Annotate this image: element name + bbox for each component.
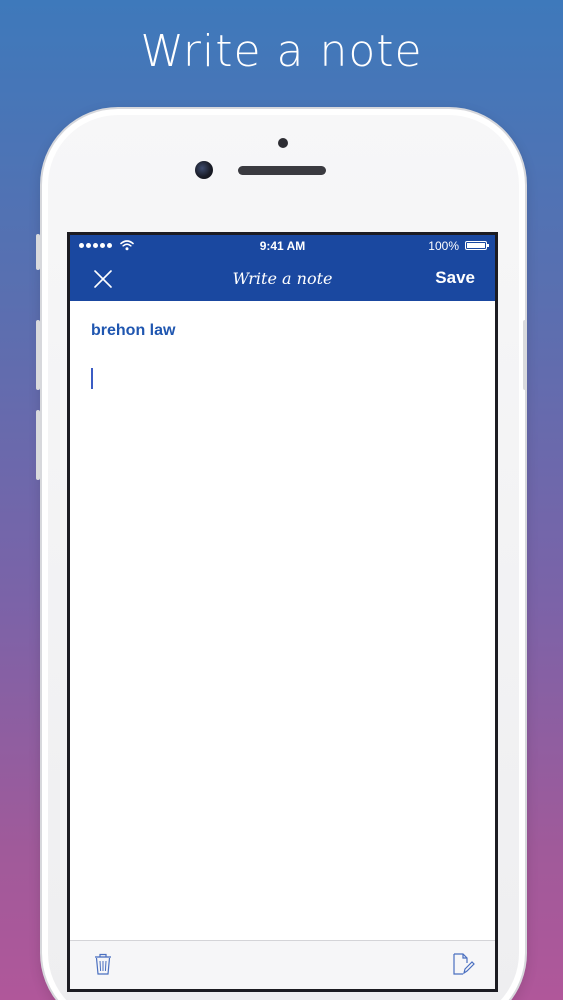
- power-button: [523, 320, 527, 390]
- front-camera: [195, 161, 213, 179]
- page-title: Write a note: [232, 269, 333, 288]
- promo-headline: Write a note: [140, 26, 423, 77]
- save-button[interactable]: Save: [435, 268, 475, 288]
- note-body-input[interactable]: [90, 361, 475, 931]
- mute-switch: [36, 234, 40, 270]
- status-bar: 9:41 AM 100%: [70, 235, 495, 257]
- bottom-toolbar: [70, 940, 495, 989]
- compose-icon[interactable]: [451, 952, 475, 976]
- proximity-sensor: [278, 138, 288, 148]
- battery-percent: 100%: [428, 239, 459, 253]
- battery-icon: [465, 241, 489, 250]
- text-cursor: [91, 368, 93, 389]
- phone-screen: 9:41 AM 100% Write a note Save brehon la…: [67, 232, 498, 992]
- volume-up-button: [36, 320, 40, 390]
- navigation-bar: Write a note Save: [70, 257, 495, 301]
- earpiece-speaker: [238, 166, 326, 175]
- battery-level: [467, 243, 485, 248]
- note-title[interactable]: brehon law: [91, 322, 175, 340]
- volume-down-button: [36, 410, 40, 480]
- trash-icon[interactable]: [93, 952, 113, 976]
